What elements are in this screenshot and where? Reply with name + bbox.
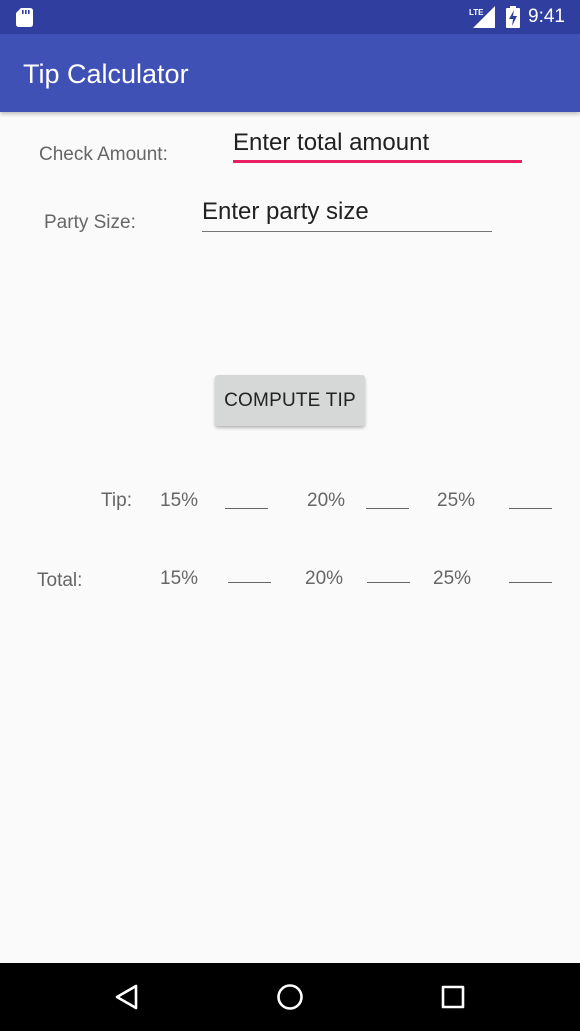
party-size-placeholder: Enter party size: [202, 198, 369, 225]
check-amount-input[interactable]: Enter total amount: [233, 129, 522, 163]
svg-text:LTE: LTE: [469, 8, 484, 17]
tip-25-percent: 25%: [437, 490, 476, 511]
app-bar: Tip Calculator: [0, 34, 580, 112]
lte-signal-icon: LTE: [469, 6, 495, 28]
navigation-bar: [0, 963, 580, 1031]
party-size-underline: [202, 231, 492, 232]
total-20-percent: 20%: [305, 568, 344, 589]
total-25-percent: 25%: [433, 568, 472, 589]
tip-15-value: [225, 508, 268, 509]
tip-label: Tip:: [101, 490, 132, 511]
tip-20-percent: 20%: [307, 490, 346, 511]
total-15-percent: 15%: [160, 568, 199, 589]
compute-tip-button[interactable]: COMPUTE TIP: [215, 375, 365, 426]
tip-20-value: [366, 508, 409, 509]
tip-25-value: [509, 508, 552, 509]
party-size-input[interactable]: Enter party size: [202, 198, 492, 232]
home-icon[interactable]: [273, 980, 307, 1014]
sd-card-icon: [16, 8, 33, 27]
back-icon[interactable]: [110, 980, 144, 1014]
status-time: 9:41: [528, 6, 565, 27]
recents-icon[interactable]: [436, 980, 470, 1014]
total-20-value: [367, 582, 410, 583]
total-15-value: [228, 582, 271, 583]
total-25-value: [509, 582, 552, 583]
status-bar: LTE 9:41: [0, 0, 580, 34]
app-title: Tip Calculator: [23, 59, 189, 89]
tip-15-percent: 15%: [160, 490, 199, 511]
check-amount-label: Check Amount:: [39, 144, 168, 165]
party-size-label: Party Size:: [44, 212, 136, 233]
total-label: Total:: [37, 570, 83, 591]
check-amount-underline: [233, 160, 522, 163]
battery-charging-icon: [506, 6, 520, 28]
check-amount-placeholder: Enter total amount: [233, 129, 430, 156]
